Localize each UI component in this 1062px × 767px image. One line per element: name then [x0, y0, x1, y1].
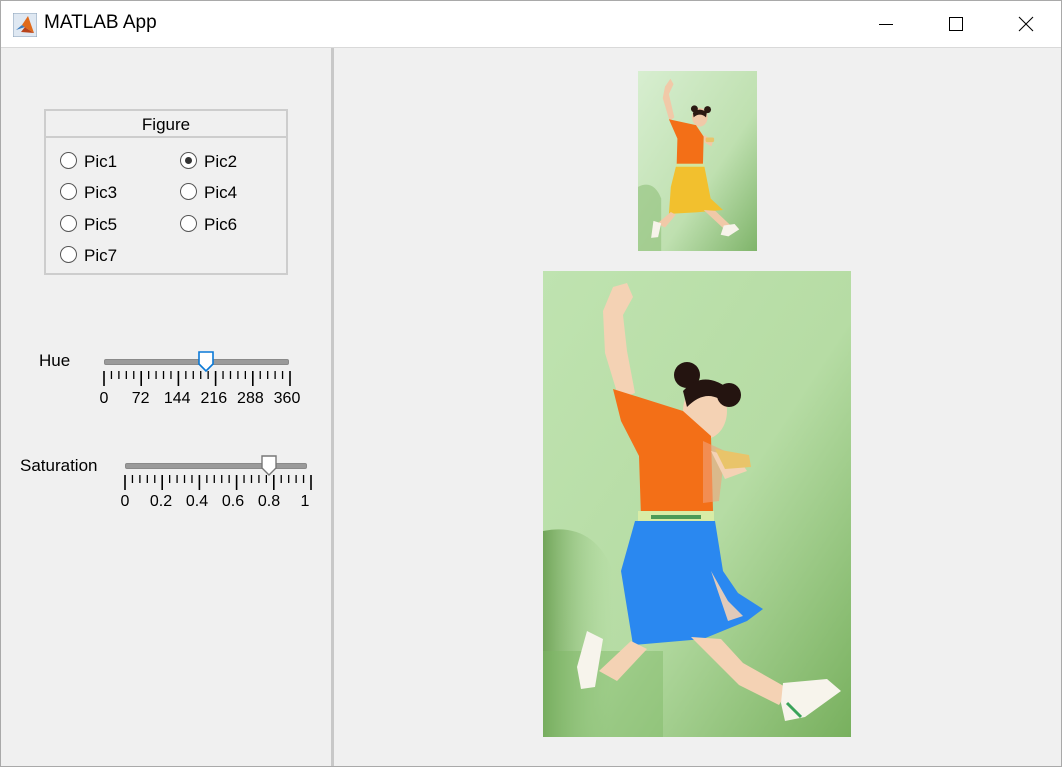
radio-label: Pic3 [84, 183, 118, 202]
radio-circle [60, 152, 77, 169]
hue-tick-label: 72 [131, 390, 150, 407]
saturation-tick-label: 0.2 [149, 493, 173, 510]
saturation-slider-ticks [124, 475, 312, 490]
radio-pic2[interactable]: Pic2 [180, 151, 270, 173]
radio-label: Pic4 [204, 183, 238, 202]
radio-circle [180, 183, 197, 200]
radio-circle [60, 183, 77, 200]
adjusted-image [543, 271, 851, 737]
radio-pic1[interactable]: Pic1 [60, 151, 150, 173]
radio-circle [60, 246, 77, 263]
saturation-tick-label: 0.4 [185, 493, 209, 510]
radio-label: Pic2 [204, 152, 238, 171]
saturation-tick-label: 0 [120, 493, 130, 510]
matlab-logo-icon [13, 13, 37, 37]
radio-circle [180, 215, 197, 232]
radio-pic3[interactable]: Pic3 [60, 182, 150, 204]
hue-tick-label: 216 [200, 390, 228, 407]
saturation-tick-label: 0.8 [257, 493, 281, 510]
saturation-tick-label: 0.6 [221, 493, 245, 510]
figure-group-title: Figure [46, 111, 286, 138]
radio-pic6[interactable]: Pic6 [180, 214, 270, 236]
close-button[interactable] [991, 1, 1061, 47]
dancer-photo-adjusted [543, 271, 851, 737]
saturation-slider-thumb[interactable] [261, 455, 277, 476]
maximize-button[interactable] [921, 1, 991, 47]
minimize-button[interactable] [851, 1, 921, 47]
saturation-tick-label: 1 [300, 493, 310, 510]
radio-label: Pic6 [204, 215, 238, 234]
hue-tick-label: 144 [163, 390, 191, 407]
hue-slider-track[interactable] [104, 359, 289, 365]
original-image [638, 71, 757, 251]
radio-pic4[interactable]: Pic4 [180, 182, 270, 204]
title-bar: MATLAB App [1, 1, 1061, 48]
panel-divider[interactable] [331, 48, 334, 766]
dancer-photo-original [638, 71, 757, 251]
radio-label: Pic5 [84, 215, 118, 234]
app-window: MATLAB App Figure Pic1 Pic2 Pic3 Pic4 Pi… [0, 0, 1062, 767]
saturation-label: Saturation [20, 456, 98, 475]
figure-button-group: Figure Pic1 Pic2 Pic3 Pic4 Pic5 Pic6 Pic… [44, 109, 288, 275]
radio-pic5[interactable]: Pic5 [60, 214, 150, 236]
window-title: MATLAB App [44, 12, 157, 33]
hue-tick-label: 288 [237, 390, 264, 407]
hue-label: Hue [39, 351, 71, 370]
radio-circle-selected [180, 152, 197, 169]
maximize-icon [949, 17, 963, 31]
hue-slider-thumb[interactable] [197, 351, 214, 372]
radio-circle [60, 215, 77, 232]
radio-label: Pic7 [84, 246, 118, 265]
minimize-icon [879, 24, 893, 25]
radio-selected-dot [184, 156, 192, 164]
hue-tick-label: 360 [273, 390, 301, 407]
hue-tick-label: 0 [99, 390, 109, 407]
radio-pic7[interactable]: Pic7 [60, 245, 150, 267]
saturation-slider-track[interactable] [125, 463, 307, 469]
hue-slider-ticks [103, 371, 291, 386]
radio-label: Pic1 [84, 152, 118, 171]
close-icon [1018, 16, 1034, 32]
